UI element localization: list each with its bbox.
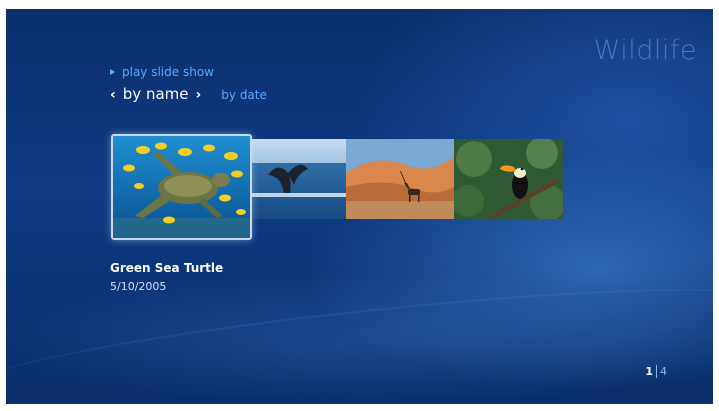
thumbnail-green-sea-turtle[interactable]: [111, 134, 252, 240]
thumbnail-oryx-desert[interactable]: [346, 139, 454, 219]
page-separator: [656, 365, 657, 378]
sort-by-date-button[interactable]: by date: [221, 88, 267, 102]
toucan-photo: [454, 139, 563, 219]
page-title: Wildlife: [593, 35, 697, 66]
sort-by-name-label: by name: [122, 85, 189, 103]
play-slide-show-label: play slide show: [122, 65, 214, 79]
chevron-left-icon[interactable]: ‹: [110, 87, 116, 103]
page-indicator: 1 4: [645, 365, 667, 378]
play-slide-show-button[interactable]: play slide show: [110, 65, 214, 79]
page-current: 1: [645, 365, 653, 378]
page-total: 4: [660, 365, 667, 378]
turtle-photo: [113, 136, 250, 238]
sort-options: ‹ by name › by date: [110, 85, 267, 103]
thumbnail-whale-tail[interactable]: [248, 139, 346, 219]
whale-photo: [248, 139, 346, 219]
sort-by-name-button[interactable]: ‹ by name ›: [110, 85, 201, 103]
oryx-photo: [346, 139, 454, 219]
media-center-window: Wildlife play slide show ‹ by name › by …: [6, 9, 713, 404]
selected-item-title: Green Sea Turtle: [110, 261, 224, 275]
thumbnail-toucan[interactable]: [454, 139, 563, 219]
chevron-right-icon[interactable]: ›: [196, 87, 202, 103]
thumbnail-strip: [111, 134, 563, 241]
play-icon: [110, 69, 115, 75]
selected-item-date: 5/10/2005: [110, 280, 167, 293]
